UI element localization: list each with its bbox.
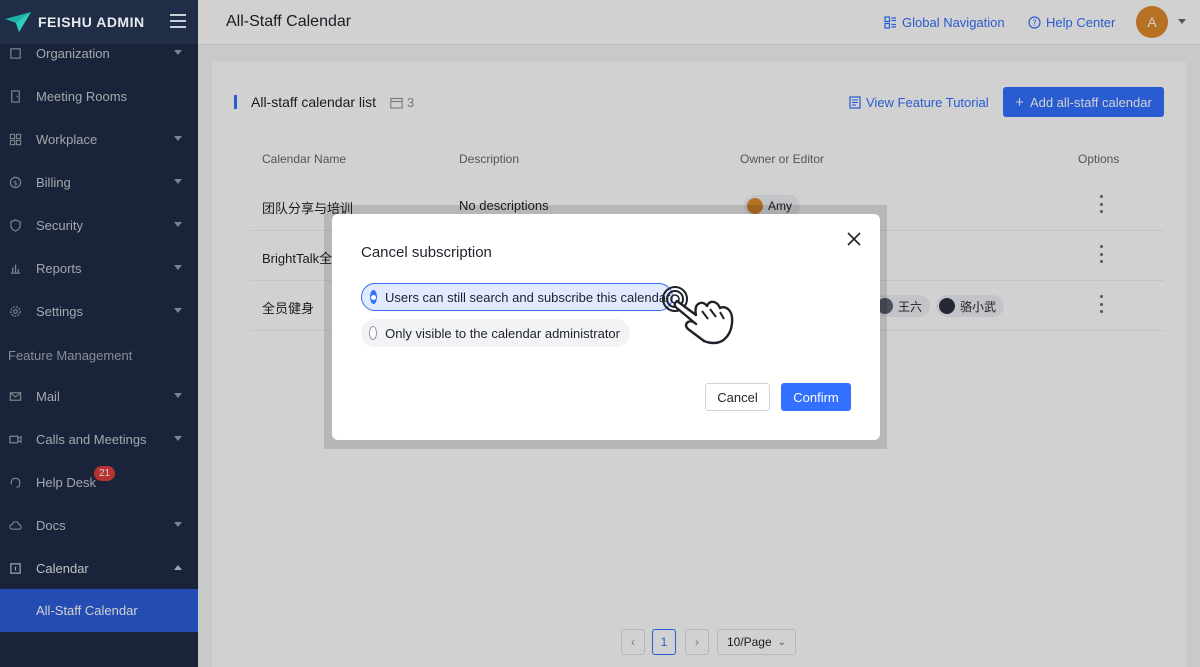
brand-name: FEISHU ADMIN [38,14,145,30]
close-icon[interactable] [846,231,862,247]
brand: FEISHU ADMIN [0,0,198,44]
radio-unselected[interactable] [369,326,378,340]
option-admin-only[interactable]: Only visible to the calendar administrat… [361,319,630,347]
cancel-button[interactable]: Cancel [705,383,770,411]
cancel-subscription-dialog: Cancel subscription Users can still sear… [332,214,880,440]
logo-icon [5,12,31,32]
dialog-title: Cancel subscription [361,244,492,261]
menu-collapse-icon[interactable] [170,14,186,28]
option-users-can-search[interactable]: Users can still search and subscribe thi… [361,283,673,311]
confirm-button[interactable]: Confirm [781,383,851,411]
option-label: Users can still search and subscribe thi… [385,289,671,305]
radio-selected[interactable] [370,290,377,304]
option-label: Only visible to the calendar administrat… [385,325,620,341]
hand-pointer-icon [662,286,734,345]
